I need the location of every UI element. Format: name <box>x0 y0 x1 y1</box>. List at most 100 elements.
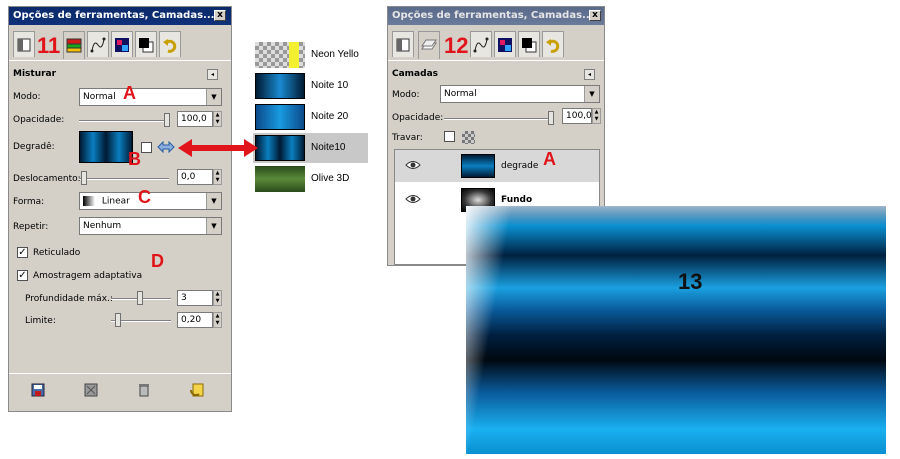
gradient-label: Degradê: <box>13 142 55 152</box>
opacity-input[interactable]: 100,0 ▲ ▼ <box>177 111 222 127</box>
marker-d: D <box>151 251 164 271</box>
spin-arrows-icon[interactable]: ▲ ▼ <box>213 290 222 306</box>
save-icon[interactable] <box>31 383 45 397</box>
marker-c: C <box>138 187 151 207</box>
reverse-arrows-icon[interactable] <box>157 141 175 153</box>
delete-icon[interactable] <box>137 383 151 397</box>
spin-arrows-icon[interactable]: ▲ ▼ <box>592 108 601 124</box>
spin-arrows-icon[interactable]: ▲ ▼ <box>213 169 222 185</box>
configure-tab-button[interactable]: ◂ <box>207 69 218 80</box>
spin-arrows-icon[interactable]: ▲ ▼ <box>213 111 222 127</box>
step-badge-11: 11 <box>37 33 61 58</box>
close-button[interactable]: x <box>589 10 601 21</box>
tab-colors[interactable] <box>135 31 157 57</box>
list-item[interactable]: Noite 10 <box>253 71 368 101</box>
reverse-checkbox[interactable] <box>141 142 152 153</box>
mode-label: Modo: <box>13 92 41 102</box>
layers-icon <box>421 39 437 49</box>
repeat-value: Nenhum <box>83 221 122 231</box>
panel-title: Opções de ferramentas, Camadas... <box>392 10 594 21</box>
gradient-preview-button[interactable] <box>79 131 133 163</box>
paths-icon <box>473 37 489 52</box>
lock-pixels-checkbox[interactable] <box>444 131 455 142</box>
tab-paths[interactable] <box>87 31 109 57</box>
panel-titlebar[interactable]: Opções de ferramentas, Camadas... <box>388 7 604 25</box>
configure-tab-button[interactable]: ◂ <box>584 69 595 80</box>
opacity-slider[interactable] <box>444 118 554 120</box>
color-swatch-icon <box>522 37 537 52</box>
mode-label: Modo: <box>392 90 420 100</box>
tab-paths[interactable] <box>470 31 492 57</box>
panel-titlebar[interactable]: Opções de ferramentas, Camadas... <box>9 7 231 25</box>
shape-value: Linear <box>101 196 130 207</box>
opacity-value: 100,0 <box>181 114 207 124</box>
lock-alpha-icon[interactable] <box>462 131 475 144</box>
mode-select[interactable]: Normal ▼ <box>79 88 222 106</box>
list-item[interactable]: Noite10 <box>253 133 368 163</box>
gradient-list: Neon Yello Noite 10 Noite 20 Noite10 Oli… <box>253 38 368 198</box>
layer-thumbnail <box>461 154 495 178</box>
double-arrow-icon <box>178 139 258 157</box>
eye-icon[interactable] <box>405 160 421 170</box>
tab-undo[interactable] <box>159 31 181 57</box>
tab-colors[interactable] <box>518 31 540 57</box>
mode-value: Normal <box>83 92 116 102</box>
gradient-name: Olive 3D <box>311 173 350 184</box>
close-button[interactable]: x <box>214 10 226 21</box>
layer-row[interactable]: degrade <box>395 150 599 182</box>
opacity-input[interactable]: 100,0 ▲ ▼ <box>562 108 601 124</box>
restore-icon[interactable] <box>84 383 98 397</box>
tab-channels[interactable] <box>111 31 133 57</box>
spin-arrows-icon[interactable]: ▲ ▼ <box>213 312 222 328</box>
gradient-swatch <box>255 73 305 99</box>
paths-icon <box>90 37 106 52</box>
mode-select[interactable]: Normal ▼ <box>440 85 600 103</box>
opacity-label: Opacidade: <box>13 115 65 125</box>
offset-label: Deslocamento: <box>13 174 81 184</box>
gradient-name: Noite10 <box>311 142 346 153</box>
opacity-slider-handle[interactable] <box>164 113 170 127</box>
section-title: Misturar <box>13 69 57 79</box>
max-depth-input[interactable]: 3 ▲ ▼ <box>177 290 222 306</box>
gradient-name: Noite 20 <box>311 111 349 122</box>
panel-title: Opções de ferramentas, Camadas... <box>13 10 215 21</box>
tab-tool-options[interactable] <box>392 31 414 57</box>
reset-icon[interactable] <box>190 383 204 397</box>
opacity-value: 100,0 <box>566 111 592 121</box>
tab-undo[interactable] <box>542 31 564 57</box>
divider <box>9 60 231 61</box>
chevron-down-icon: ▼ <box>206 89 221 105</box>
list-item[interactable]: Neon Yello <box>253 40 368 70</box>
offset-slider-handle[interactable] <box>81 171 87 185</box>
threshold-input[interactable]: 0,20 ▲ ▼ <box>177 312 222 328</box>
max-depth-slider-handle[interactable] <box>137 291 143 305</box>
step-number-13: 13 <box>678 269 703 294</box>
offset-input[interactable]: 0,0 ▲ ▼ <box>177 169 222 185</box>
offset-value: 0,0 <box>181 172 196 182</box>
threshold-value: 0,20 <box>181 315 202 325</box>
opacity-slider[interactable] <box>79 120 169 122</box>
dither-checkbox[interactable]: ✓ <box>17 247 28 258</box>
tab-layers[interactable] <box>63 31 85 59</box>
dock-tabs: 11 <box>13 31 227 59</box>
tool-options-icon <box>396 38 410 51</box>
repeat-select[interactable]: Nenhum ▼ <box>79 217 222 235</box>
tool-options-panel: Opções de ferramentas, Camadas... x 11 M… <box>8 6 232 412</box>
tab-layers[interactable] <box>418 31 440 59</box>
chevron-down-icon: ▼ <box>206 193 221 209</box>
offset-slider[interactable] <box>79 178 169 180</box>
gradient-swatch-neon <box>255 42 305 68</box>
list-item[interactable]: Noite 20 <box>253 102 368 132</box>
opacity-slider-handle[interactable] <box>548 111 554 125</box>
eye-icon[interactable] <box>405 194 421 204</box>
adaptive-checkbox[interactable]: ✓ <box>17 270 28 281</box>
tab-tool-options[interactable] <box>13 31 35 57</box>
layers-icon <box>66 38 82 52</box>
section-title: Camadas <box>392 69 439 79</box>
gradient-name: Neon Yello <box>311 49 359 60</box>
tab-channels[interactable] <box>494 31 516 57</box>
list-item[interactable]: Olive 3D <box>253 164 368 194</box>
threshold-slider-handle[interactable] <box>115 313 121 327</box>
tool-options-icon <box>17 38 31 51</box>
chevron-down-icon: ▼ <box>206 218 221 234</box>
